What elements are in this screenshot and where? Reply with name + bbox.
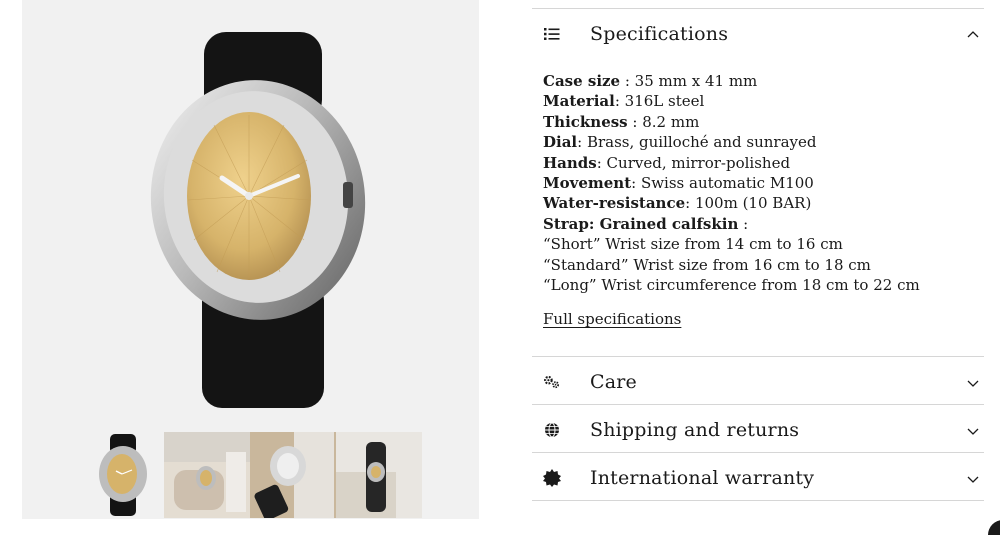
divider	[532, 8, 984, 9]
thumbnail-1[interactable]	[82, 432, 164, 518]
thumbnail-2[interactable]	[164, 432, 250, 518]
gears-icon	[543, 373, 561, 391]
spec-case-size: Case size : 35 mm x 41 mm	[543, 72, 758, 90]
divider	[532, 356, 984, 357]
badge-icon	[543, 469, 561, 487]
divider	[532, 452, 984, 453]
thumbnail-3[interactable]	[250, 432, 336, 518]
full-specifications-link[interactable]: Full specifications	[543, 310, 681, 328]
chevron-up-icon	[966, 27, 980, 41]
strap-size-standard: “Standard” Wrist size from 16 cm to 18 c…	[543, 255, 871, 274]
chevron-down-icon	[966, 423, 980, 437]
specifications-header[interactable]: Specifications	[532, 10, 984, 58]
list-icon	[543, 25, 561, 43]
divider	[532, 404, 984, 405]
chevron-down-icon	[966, 471, 980, 485]
strap-size-long: “Long” Wrist circumference from 18 cm to…	[543, 276, 920, 295]
chevron-down-icon	[966, 375, 980, 389]
watch-crown	[343, 182, 353, 208]
chat-button[interactable]	[988, 520, 1000, 535]
warranty-header[interactable]: International warranty	[532, 454, 984, 502]
product-main-image[interactable]	[22, 0, 479, 430]
specifications-content: Case size : 35 mm x 41 mm Material: 316L…	[543, 71, 973, 295]
care-title: Care	[590, 371, 637, 393]
spec-dial: Dial: Brass, guilloché and sunrayed	[543, 133, 817, 152]
thumbnail-strip	[22, 430, 479, 519]
spec-strap: Strap: Grained calfskin :	[543, 214, 749, 233]
spec-hands: Hands: Curved, mirror-polished	[543, 153, 791, 172]
care-header[interactable]: Care	[532, 358, 984, 406]
spec-thickness: Thickness : 8.2 mm	[543, 112, 700, 131]
globe-icon	[543, 421, 561, 439]
divider	[532, 500, 984, 501]
strap-size-short: “Short” Wrist size from 14 cm to 16 cm	[543, 235, 843, 254]
shipping-title: Shipping and returns	[590, 419, 800, 441]
product-details-accordion: Specifications Case size : 35 mm x 41 mm…	[532, 0, 984, 535]
spec-water-resistance: Water-resistance: 100m (10 BAR)	[543, 194, 812, 213]
spec-material: Material: 316L steel	[543, 92, 705, 111]
thumbnail-4[interactable]	[336, 432, 422, 518]
shipping-header[interactable]: Shipping and returns	[532, 406, 984, 454]
specifications-title: Specifications	[590, 23, 729, 45]
spec-movement: Movement: Swiss automatic M100	[543, 174, 814, 193]
warranty-title: International warranty	[590, 467, 815, 489]
watch-illustration	[150, 32, 366, 408]
